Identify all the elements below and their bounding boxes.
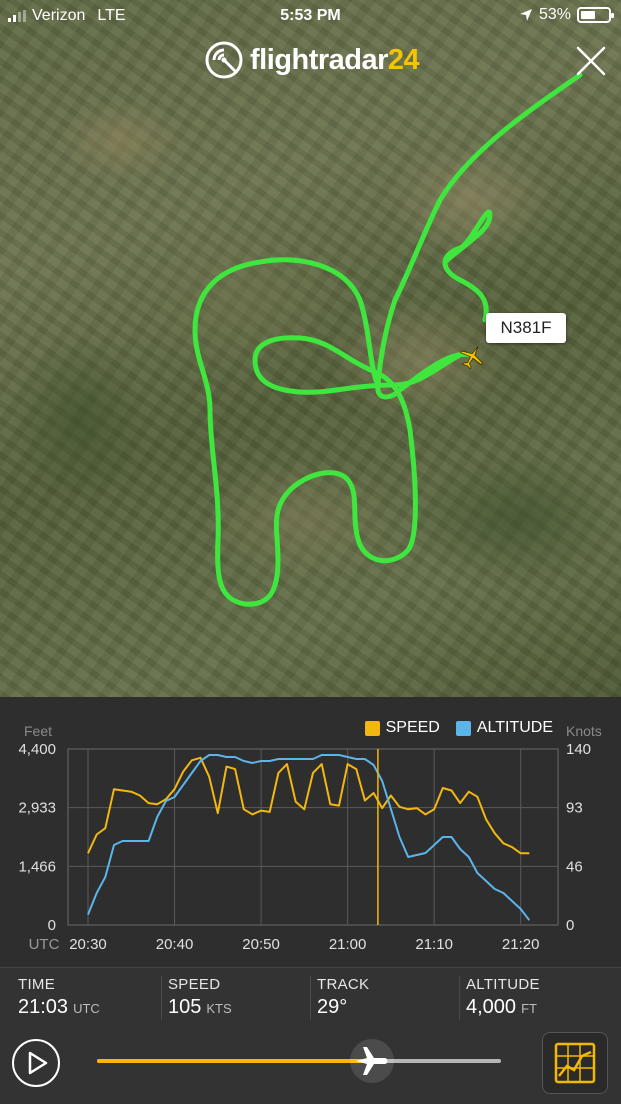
right-tick-label: 46 (566, 858, 583, 875)
time-label: TIME (18, 976, 56, 993)
location-arrow-icon (519, 9, 532, 21)
play-icon (28, 1051, 48, 1075)
left-tick-label: 2,933 (18, 800, 56, 817)
x-tick-label: 20:40 (156, 936, 194, 953)
x-tick-label: 21:20 (502, 936, 540, 953)
altitude-value: 4,000 (466, 996, 517, 1018)
altitude-series-line (87, 754, 531, 921)
time-unit: UTC (73, 1001, 100, 1016)
right-tick-label: 0 (566, 917, 574, 934)
airplane-icon (355, 1047, 387, 1075)
close-button[interactable] (574, 44, 608, 78)
track-label: TRACK (317, 976, 370, 993)
battery-icon (577, 7, 614, 23)
speed-unit: KTS (206, 1001, 232, 1016)
play-button[interactable] (12, 1039, 60, 1087)
flight-chart-panel: SPEED ALTITUDE Feet Knots 4,400 140 2,933 9… (0, 697, 621, 967)
altitude-unit: FT (521, 1001, 537, 1016)
info-altitude: ALTITUDE 4,000 FT (459, 976, 540, 1020)
right-tick-label: 140 (566, 741, 591, 758)
x-tick-label: 21:10 (415, 936, 453, 953)
info-track: TRACK 29° (310, 976, 369, 1020)
left-tick-label: 1,466 (18, 858, 56, 875)
left-tick-label: 0 (48, 917, 56, 934)
x-tick-label: 21:00 (329, 936, 367, 953)
playback-thumb[interactable] (349, 1039, 394, 1083)
graph-icon (554, 1042, 596, 1084)
playback-progress (97, 1059, 372, 1063)
logo-wordmark: flightradar24 (250, 43, 420, 76)
right-tick-label: 93 (566, 800, 583, 817)
x-tick-label: 20:50 (242, 936, 280, 953)
info-time: TIME 21:03 UTC (12, 976, 100, 1020)
playback-bar (0, 1027, 621, 1104)
flight-track (192, 72, 583, 607)
radar-logo-icon (205, 41, 243, 79)
left-tick-label: 4,400 (18, 741, 56, 758)
battery-percent: 53% (538, 6, 571, 23)
flight-info-row: TIME 21:03 UTC SPEED 105 KTS TRACK 29° ALT… (0, 967, 621, 1027)
flight-map[interactable]: Verizon LTE 5:53 PM 53% flightradar24 N3… (0, 0, 621, 697)
toggle-graph-button[interactable] (542, 1032, 608, 1094)
x-axis-prefix: UTC (29, 936, 60, 953)
time-value: 21:03 (18, 996, 69, 1018)
x-tick-label: 20:30 (69, 936, 107, 953)
app-logo: flightradar24 (204, 40, 420, 80)
speed-label: SPEED (168, 976, 221, 993)
speed-value: 105 (168, 996, 202, 1018)
altitude-label: ALTITUDE (466, 976, 540, 993)
info-speed: SPEED 105 KTS (161, 976, 232, 1020)
status-bar: Verizon LTE 5:53 PM 53% (0, 0, 621, 32)
speed-altitude-chart[interactable]: 4,400 140 2,933 93 1,466 46 0 0 20:30 20:40 20:50 2… (0, 697, 621, 967)
close-icon (576, 46, 606, 76)
aircraft-callsign-label[interactable]: N381F (486, 313, 566, 343)
playback-slider[interactable] (97, 1039, 501, 1083)
speed-series-line (87, 756, 530, 855)
track-value: 29° (317, 996, 348, 1018)
